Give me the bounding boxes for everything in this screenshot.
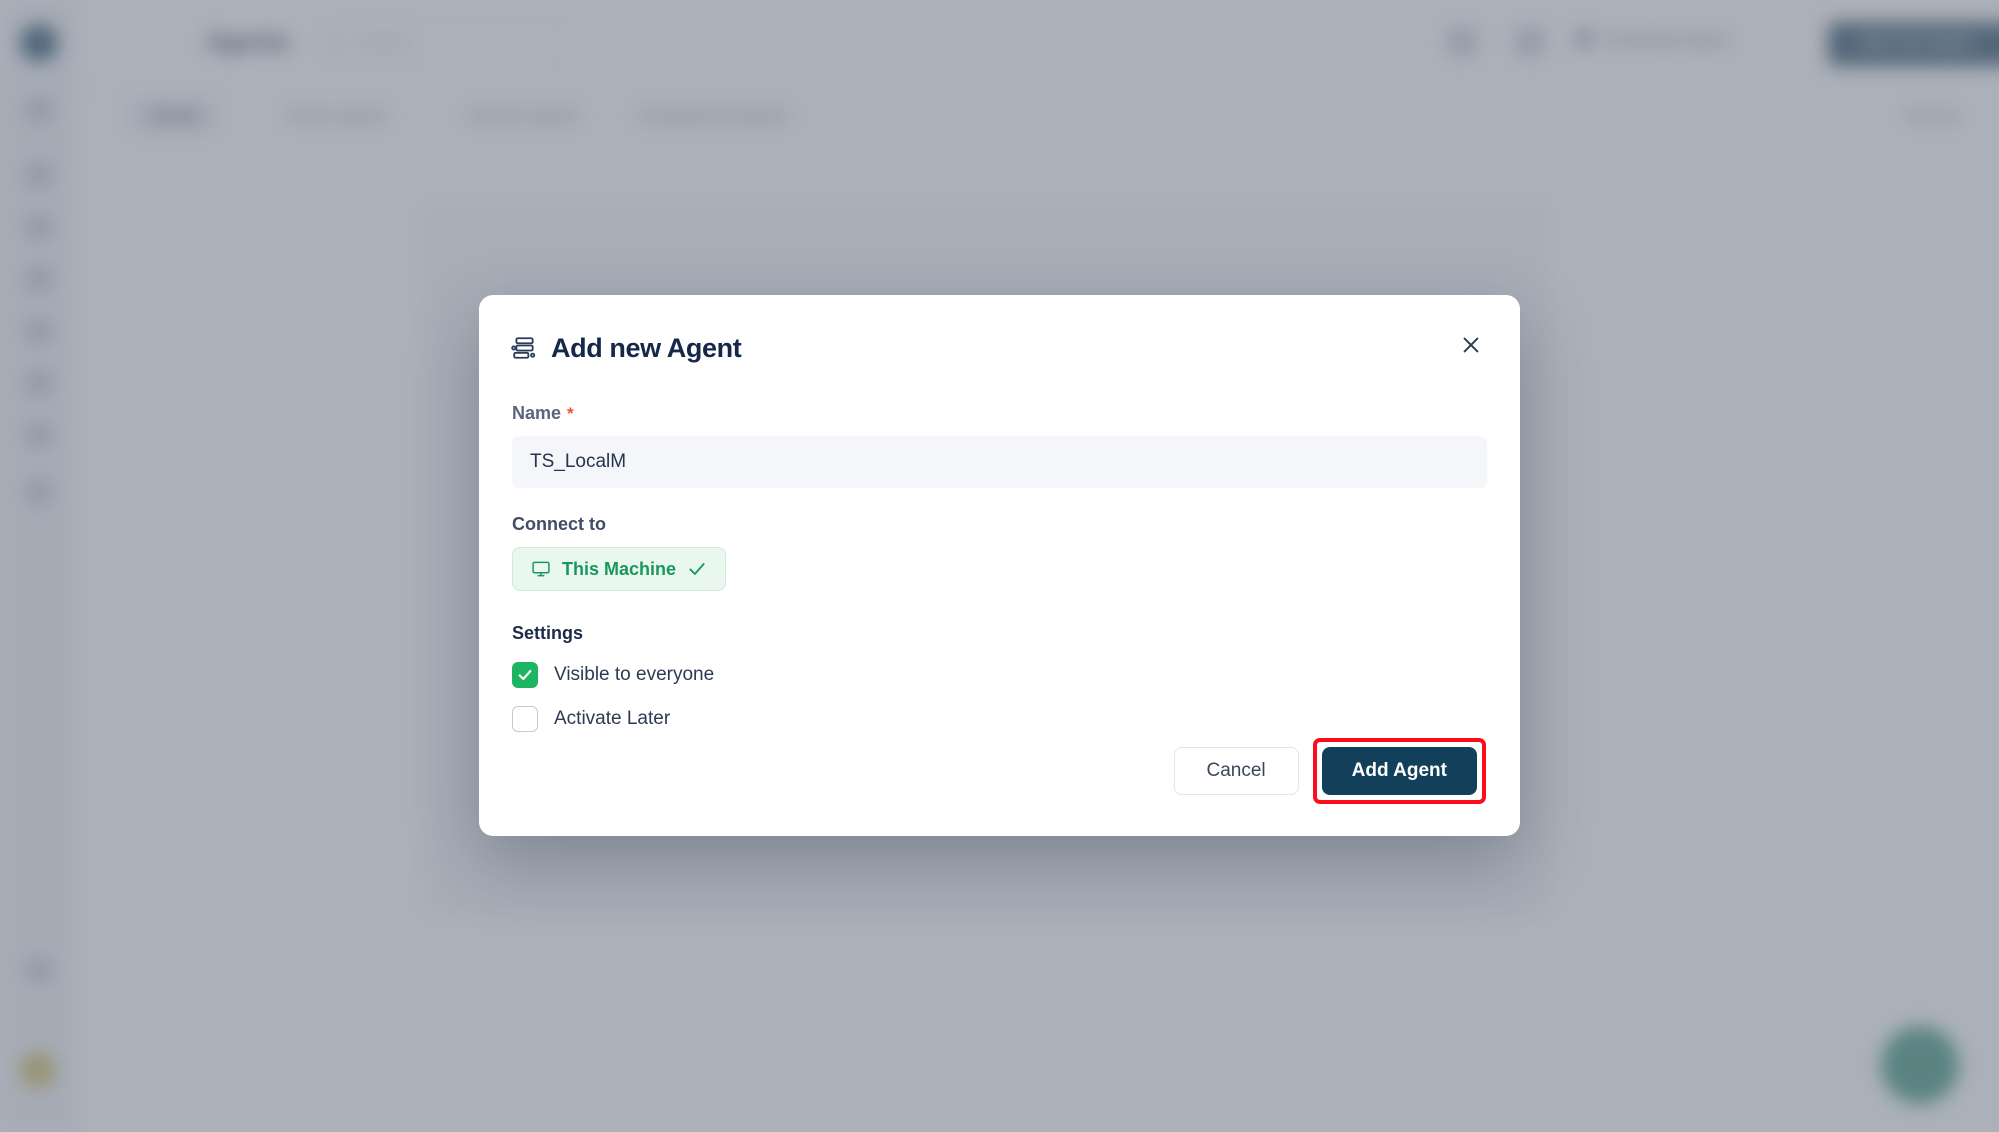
connect-option-label: This Machine	[562, 558, 677, 579]
setting-label-activate-later: Activate Later	[554, 708, 671, 729]
dialog-body: Name * Connect to This Machine Settings	[512, 403, 1487, 732]
cancel-button[interactable]: Cancel	[1173, 747, 1299, 795]
dialog-footer: Cancel Add Agent	[1173, 738, 1486, 804]
name-input[interactable]	[512, 436, 1487, 488]
monitor-icon	[532, 561, 550, 577]
dialog-title: Add new Agent	[551, 332, 742, 363]
required-marker: *	[567, 404, 574, 423]
checkbox-unchecked[interactable]	[512, 706, 538, 732]
add-agent-button[interactable]: Add Agent	[1321, 747, 1477, 795]
setting-label-visible: Visible to everyone	[554, 664, 715, 685]
add-new-agent-dialog: Add new Agent Name * Connect to This Mac…	[479, 295, 1520, 836]
connect-to-label: Connect to	[512, 514, 606, 534]
add-agent-highlight-annotation: Add Agent	[1312, 738, 1486, 804]
close-icon[interactable]	[1454, 328, 1488, 362]
name-field-label: Name *	[512, 403, 1487, 424]
check-icon	[687, 559, 707, 579]
connect-option-this-machine[interactable]: This Machine	[512, 547, 727, 591]
checkmark-icon	[518, 669, 532, 681]
setting-visible-to-everyone[interactable]: Visible to everyone	[512, 662, 1487, 688]
checkbox-checked[interactable]	[512, 662, 538, 688]
dialog-header: Add new Agent	[511, 327, 1488, 369]
check-glyph	[689, 563, 705, 575]
settings-label: Settings	[512, 623, 584, 643]
close-glyph	[1463, 337, 1479, 353]
name-label-text: Name	[512, 403, 562, 423]
server-rack-icon	[511, 337, 536, 359]
setting-activate-later[interactable]: Activate Later	[512, 706, 1487, 732]
